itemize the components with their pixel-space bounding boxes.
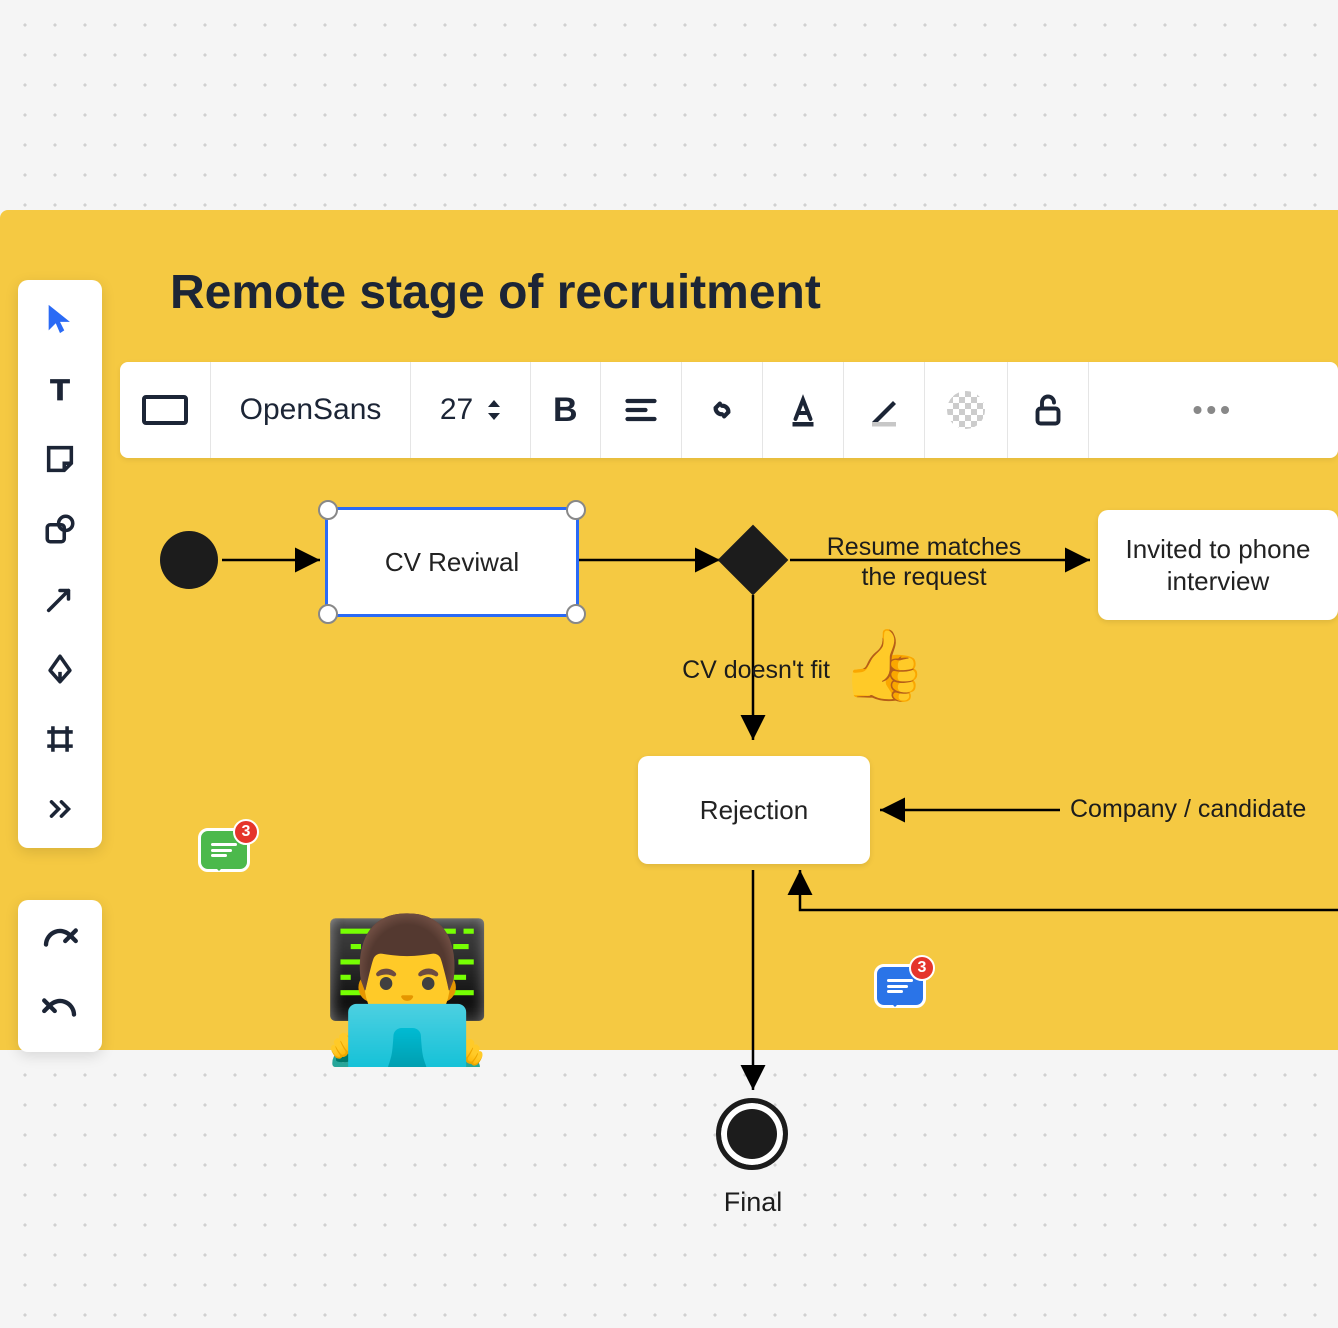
more-options-button[interactable]: ••• — [1089, 362, 1338, 458]
redo-icon — [39, 990, 81, 1032]
undo-button[interactable] — [39, 920, 81, 962]
undo-icon — [39, 920, 81, 962]
redo-button[interactable] — [39, 990, 81, 1032]
pen-icon — [43, 652, 77, 686]
align-left-icon — [623, 392, 659, 428]
text-color-icon — [785, 392, 821, 428]
format-toolbar: OpenSans 27 B ••• — [120, 362, 1338, 458]
font-size-stepper[interactable]: 27 — [411, 362, 531, 458]
sticky-note-icon — [43, 442, 77, 476]
highlight-icon — [866, 392, 902, 428]
bold-label: B — [553, 391, 578, 430]
ellipsis-icon: ••• — [1193, 394, 1234, 426]
sticker-thumbs-up[interactable]: 👍 — [840, 630, 927, 700]
sticky-note-tool[interactable] — [39, 438, 81, 480]
arrow-tool[interactable] — [39, 578, 81, 620]
lock-button[interactable] — [1008, 362, 1089, 458]
bold-button[interactable]: B — [531, 362, 601, 458]
edge-label-cv-doesnt-fit: CV doesn't fit — [600, 655, 830, 685]
edge-label-resume-matches: Resume matches the request — [824, 532, 1024, 592]
rectangle-icon — [142, 395, 188, 425]
cursor-icon — [43, 302, 77, 336]
pen-tool[interactable] — [39, 648, 81, 690]
comment-lines-icon — [887, 979, 913, 993]
end-node[interactable] — [716, 1098, 788, 1170]
side-toolbox — [18, 280, 102, 848]
shapes-icon — [43, 512, 77, 546]
board-title[interactable]: Remote stage of recruitment — [170, 265, 821, 320]
comment-bubble-blue[interactable]: 3 — [874, 964, 926, 1008]
highlight-button[interactable] — [844, 362, 925, 458]
end-node-label: Final — [718, 1186, 788, 1218]
caret-down-icon — [487, 412, 501, 422]
resize-handle-se[interactable] — [566, 604, 586, 624]
node-label: Rejection — [700, 794, 808, 827]
node-cv-revival[interactable]: CV Reviwal — [328, 510, 576, 614]
transparent-swatch-icon — [947, 391, 985, 429]
link-icon — [704, 392, 740, 428]
node-invited[interactable]: Invited to phone interview — [1098, 510, 1338, 620]
font-size-value: 27 — [440, 393, 473, 427]
comment-lines-icon — [211, 843, 237, 857]
caret-up-icon — [487, 398, 501, 408]
chevrons-right-icon — [43, 792, 77, 826]
edge-label-company-candidate: Company / candidate — [1070, 794, 1338, 824]
node-label: CV Reviwal — [385, 546, 519, 579]
resize-handle-sw[interactable] — [318, 604, 338, 624]
comment-count-badge: 3 — [233, 819, 259, 845]
link-button[interactable] — [682, 362, 763, 458]
shape-tool[interactable] — [39, 508, 81, 550]
sticker-person-laptop[interactable]: 👨‍💻 — [320, 920, 494, 1060]
node-rejection[interactable]: Rejection — [638, 756, 870, 864]
node-label: Invited to phone interview — [1122, 533, 1314, 598]
select-tool[interactable] — [39, 298, 81, 340]
shape-style-button[interactable] — [120, 362, 211, 458]
comment-count-badge: 3 — [909, 955, 935, 981]
frame-icon — [43, 722, 77, 756]
unlock-icon — [1030, 392, 1066, 428]
fill-color-button[interactable] — [925, 362, 1008, 458]
more-tools[interactable] — [39, 788, 81, 830]
arrow-icon — [43, 582, 77, 616]
text-tool[interactable] — [39, 368, 81, 410]
size-arrows — [487, 398, 501, 422]
text-icon — [43, 372, 77, 406]
text-color-button[interactable] — [763, 362, 844, 458]
align-button[interactable] — [601, 362, 682, 458]
start-node[interactable] — [160, 531, 218, 589]
resize-handle-nw[interactable] — [318, 500, 338, 520]
frame-tool[interactable] — [39, 718, 81, 760]
comment-bubble-green[interactable]: 3 — [198, 828, 250, 872]
font-family-select[interactable]: OpenSans — [211, 362, 411, 458]
font-family-value: OpenSans — [240, 393, 382, 427]
history-toolbox — [18, 900, 102, 1052]
resize-handle-ne[interactable] — [566, 500, 586, 520]
